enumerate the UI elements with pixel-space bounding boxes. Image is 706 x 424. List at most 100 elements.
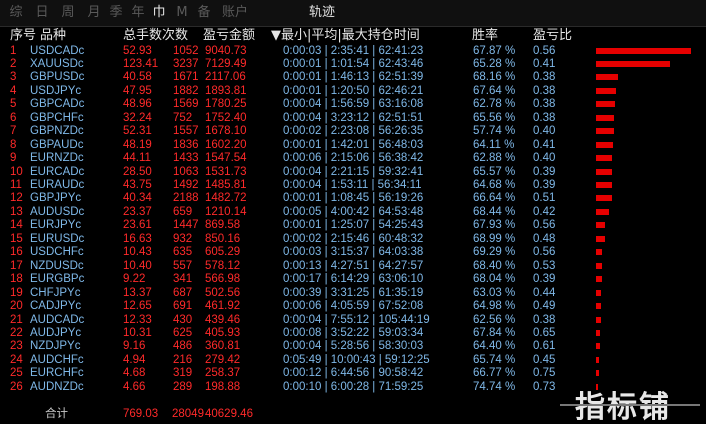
row-profit: 258.37 bbox=[205, 367, 241, 380]
header-profit[interactable]: 盈亏金额 bbox=[203, 27, 255, 44]
row-hold-time: 0:00:04 | 7:55:12 | 105:44:19 bbox=[283, 313, 430, 326]
row-hold-time: 0:00:03 | 3:15:37 | 64:03:38 bbox=[283, 246, 424, 259]
profit-bar bbox=[596, 316, 601, 323]
row-winrate: 65.28 % bbox=[473, 57, 516, 70]
row-pl-ratio: 0.39 bbox=[533, 165, 556, 178]
table-row[interactable]: 6 GBPCHFc 32.24 752 1752.40 0:00:04 | 3:23:12… bbox=[0, 112, 706, 125]
row-total-pips: 44.11 bbox=[123, 152, 151, 165]
row-profit: 279.42 bbox=[205, 353, 241, 366]
header-total-pips[interactable]: 总手数 bbox=[123, 27, 162, 44]
row-symbol: EURUSDc bbox=[30, 232, 85, 245]
table-row[interactable]: 8 GBPAUDc 48.19 1836 1602.20 0:00:01 | 1:42:0… bbox=[0, 139, 706, 152]
row-winrate: 63.03 % bbox=[473, 286, 516, 299]
row-count: 1882 bbox=[173, 84, 199, 97]
row-symbol: AUDJPYc bbox=[30, 326, 82, 339]
row-pl-ratio: 0.40 bbox=[533, 152, 556, 165]
table-row[interactable]: 13 AUDUSDc 23.37 659 1210.14 0:00:05 | 4:00:4… bbox=[0, 206, 706, 219]
header-index[interactable]: 序号 bbox=[10, 27, 36, 44]
row-index: 11 bbox=[10, 179, 22, 191]
profit-bar bbox=[596, 47, 691, 54]
row-total-pips: 43.75 bbox=[123, 179, 152, 191]
table-row[interactable]: 3 GBPUSDc 40.58 1671 2117.06 0:00:01 | 1:46:1… bbox=[0, 71, 706, 84]
table-row[interactable]: 2 XAUUSDc 123.41 3237 7129.49 0:00:01 | 1:01:… bbox=[0, 58, 706, 71]
row-index: 25 bbox=[10, 367, 23, 380]
row-winrate: 57.74 % bbox=[473, 125, 516, 138]
row-profit: 850.16 bbox=[205, 232, 241, 245]
header-symbol[interactable]: 品种 bbox=[40, 27, 66, 44]
tab-8[interactable]: 备 bbox=[196, 4, 212, 22]
tab-4[interactable]: 季 bbox=[108, 4, 124, 22]
table-row[interactable]: 11 EURAUDc 43.75 1492 1485.81 0:00:04 | 1:53:… bbox=[0, 179, 706, 192]
header-pl-ratio[interactable]: 盈亏比 bbox=[533, 27, 572, 44]
row-count: 687 bbox=[173, 286, 193, 299]
table-row[interactable]: 22 AUDJPYc 10.31 625 405.93 0:00:08 | 3:52:22… bbox=[0, 327, 706, 340]
total-pips: 769.03 bbox=[123, 408, 159, 420]
table-row[interactable]: 7 GBPNZDc 52.31 1557 1678.10 0:00:02 | 2:23:0… bbox=[0, 125, 706, 138]
table-row[interactable]: 15 EURUSDc 16.63 932 850.16 0:00:02 | 2:15:46… bbox=[0, 233, 706, 246]
row-hold-time: 0:00:01 | 1:01:54 | 62:43:46 bbox=[283, 57, 424, 70]
row-hold-time: 0:00:39 | 3:31:25 | 61:35:19 bbox=[283, 286, 424, 299]
header-winrate[interactable]: 胜率 bbox=[472, 27, 498, 44]
table-row[interactable]: 25 EURCHFc 4.68 319 258.37 0:00:12 | 6:44:56 … bbox=[0, 367, 706, 380]
table-row[interactable]: 19 CHFJPYc 13.37 687 502.56 0:00:39 | 3:31:25… bbox=[0, 287, 706, 300]
tab-0[interactable]: 综 bbox=[8, 4, 24, 22]
row-hold-time: 0:00:06 | 2:15:06 | 56:38:42 bbox=[283, 152, 424, 165]
row-profit: 1482.72 bbox=[205, 192, 247, 205]
tab-6[interactable]: 巾 bbox=[151, 4, 167, 22]
table-row[interactable]: 24 AUDCHFc 4.94 216 279.42 0:05:49 | 10:00:43… bbox=[0, 354, 706, 367]
row-profit: 578.12 bbox=[205, 259, 241, 272]
row-hold-time: 0:00:06 | 4:05:59 | 67:52:08 bbox=[283, 300, 424, 313]
table-row[interactable]: 17 NZDUSDc 10.40 557 578.12 0:00:13 | 4:27:51… bbox=[0, 260, 706, 273]
row-winrate: 69.29 % bbox=[473, 246, 516, 259]
tab-9[interactable]: 账户 bbox=[218, 4, 252, 22]
table-row[interactable]: 9 EURNZDc 44.11 1433 1547.54 0:00:06 | 2:15:0… bbox=[0, 152, 706, 165]
profit-bar bbox=[596, 128, 614, 135]
row-winrate: 67.84 % bbox=[473, 326, 516, 339]
table-row[interactable]: 10 EURCADc 28.50 1063 1531.73 0:00:04 | 2:21:… bbox=[0, 166, 706, 179]
row-pl-ratio: 0.41 bbox=[533, 57, 556, 70]
row-pl-ratio: 0.40 bbox=[533, 125, 556, 138]
table-row[interactable]: 1 USDCADc 52.93 1052 9040.73 0:00:03 | 2:35:4… bbox=[0, 45, 706, 58]
row-profit: 7129.49 bbox=[205, 57, 247, 70]
tab-2[interactable]: 周 bbox=[60, 4, 76, 22]
row-total-pips: 47.95 bbox=[123, 84, 152, 97]
row-total-pips: 28.50 bbox=[123, 165, 152, 178]
row-count: 3237 bbox=[173, 57, 199, 70]
total-count: 28049 bbox=[172, 408, 204, 420]
row-total-pips: 48.96 bbox=[123, 98, 152, 111]
table-row[interactable]: 18 EURGBPc 9.22 341 566.98 0:00:17 | 6:14:29 … bbox=[0, 273, 706, 286]
row-count: 625 bbox=[173, 326, 193, 339]
tab-1[interactable]: 日 bbox=[34, 4, 50, 22]
table-row[interactable]: 4 USDJPYc 47.95 1882 1893.81 0:00:01 | 1:20:5… bbox=[0, 85, 706, 98]
row-count: 752 bbox=[173, 111, 193, 124]
total-profit: 40629.46 bbox=[205, 408, 253, 420]
row-pl-ratio: 0.75 bbox=[533, 367, 556, 380]
table-row[interactable]: 23 NZDJPYc 9.16 486 360.81 0:00:04 | 5:28:56 … bbox=[0, 340, 706, 353]
row-hold-time: 0:00:12 | 6:44:56 | 90:58:42 bbox=[283, 367, 424, 380]
tab-10[interactable]: 轨迹 bbox=[305, 4, 339, 22]
row-hold-time: 0:00:04 | 1:53:11 | 56:34:11 bbox=[283, 179, 422, 191]
profit-bar bbox=[596, 87, 616, 94]
table-row[interactable]: 12 GBPJPYc 40.34 2188 1482.72 0:00:01 | 1:08:… bbox=[0, 192, 706, 205]
row-profit: 1780.25 bbox=[205, 98, 247, 111]
row-index: 17 bbox=[10, 259, 23, 272]
table-row[interactable]: 21 AUDCADc 12.33 430 439.46 0:00:04 | 7:55:12… bbox=[0, 314, 706, 327]
row-winrate: 68.44 % bbox=[473, 205, 516, 218]
tab-7[interactable]: M bbox=[174, 4, 190, 22]
header-hold-time[interactable]: ▼最小|平均|最大持仓时间 bbox=[271, 27, 420, 44]
row-total-pips: 13.37 bbox=[123, 286, 152, 299]
tab-3[interactable]: 月 bbox=[86, 4, 102, 22]
row-symbol: GBPNZDc bbox=[30, 125, 84, 138]
table-row[interactable]: 20 CADJPYc 12.65 691 461.92 0:00:06 | 4:05:59… bbox=[0, 300, 706, 313]
row-total-pips: 23.37 bbox=[123, 205, 152, 218]
row-hold-time: 0:00:01 | 1:46:13 | 62:51:39 bbox=[283, 71, 424, 84]
table-row[interactable]: 16 USDCHFc 10.43 635 605.29 0:00:03 | 3:15:37… bbox=[0, 246, 706, 259]
profit-bar bbox=[596, 208, 609, 215]
table-row[interactable]: 14 EURJPYc 23.61 1447 869.58 0:00:01 | 1:25:0… bbox=[0, 219, 706, 232]
row-symbol: EURGBPc bbox=[30, 273, 85, 286]
header-count[interactable]: 次数 bbox=[162, 27, 188, 44]
tab-5[interactable]: 年 bbox=[130, 4, 146, 22]
profit-bar bbox=[596, 303, 601, 310]
row-pl-ratio: 0.38 bbox=[533, 111, 556, 124]
table-row[interactable]: 5 GBPCADc 48.96 1569 1780.25 0:00:04 | 1:56:5… bbox=[0, 98, 706, 111]
